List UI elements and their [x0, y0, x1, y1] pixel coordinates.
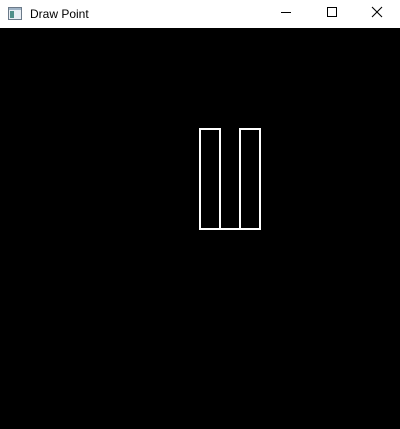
- drawing-canvas[interactable]: [0, 28, 400, 429]
- maximize-button[interactable]: [309, 0, 355, 28]
- minimize-button[interactable]: [263, 0, 309, 28]
- maximize-icon: [326, 5, 338, 23]
- close-button[interactable]: [354, 0, 400, 28]
- minimize-icon: [280, 5, 292, 23]
- window-title: Draw Point: [30, 7, 89, 21]
- left-bar: [199, 128, 221, 230]
- close-icon: [371, 5, 383, 23]
- drawing-surface: [199, 128, 261, 230]
- right-bar: [239, 128, 261, 230]
- title-bar[interactable]: Draw Point: [0, 0, 400, 28]
- app-window-icon: [8, 7, 22, 20]
- app-window: Draw Point: [0, 0, 400, 429]
